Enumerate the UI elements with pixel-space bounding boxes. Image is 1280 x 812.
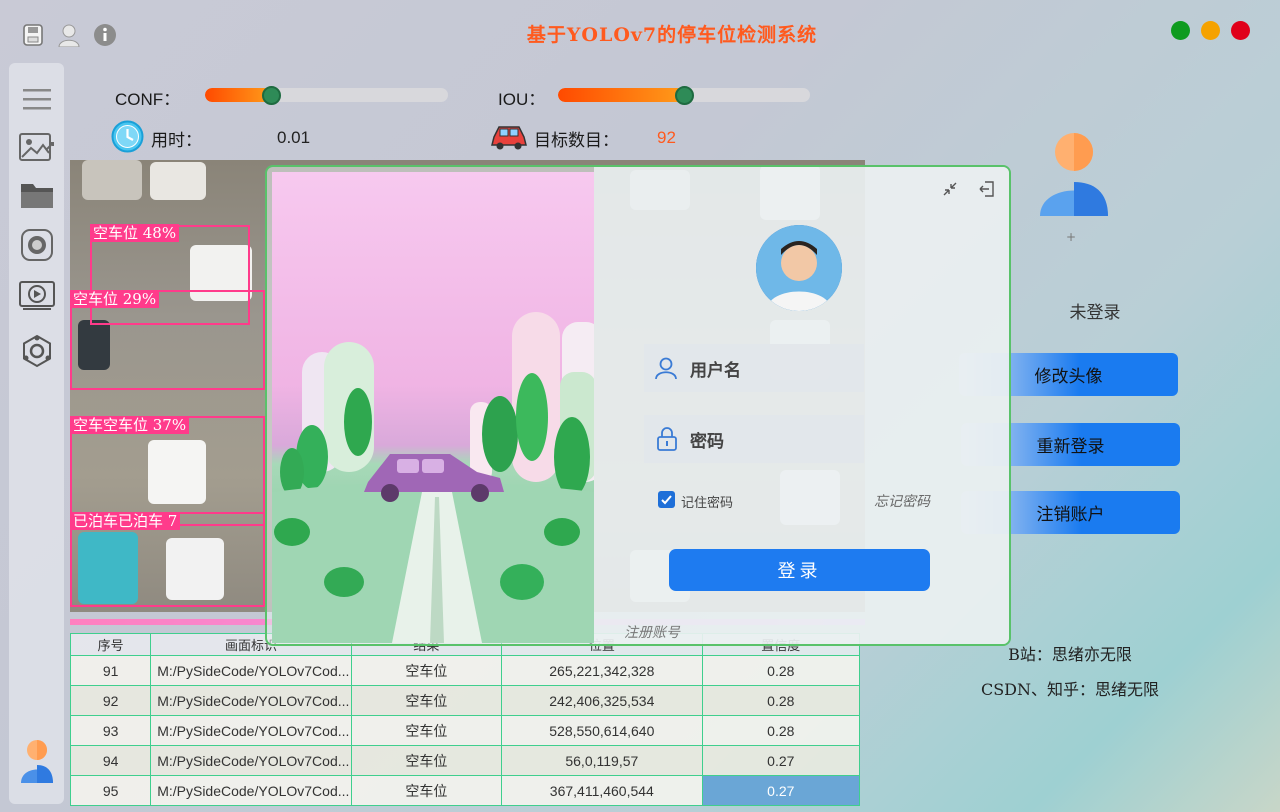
table-cell[interactable]: 94: [69, 745, 152, 776]
detection-label: 已泊车已泊车 7: [70, 512, 181, 530]
iou-slider-handle[interactable]: [675, 86, 694, 105]
table-cell[interactable]: 92: [69, 685, 152, 716]
table-cell[interactable]: 0.28: [701, 655, 861, 686]
table-cell[interactable]: 367,411,460,544: [501, 775, 703, 806]
maximize-button[interactable]: [1171, 21, 1190, 40]
table-cell[interactable]: 265,221,342,328: [501, 655, 703, 686]
table-cell[interactable]: 95: [69, 775, 152, 806]
table-row[interactable]: 93 M:/PySideCode/YOLOv7Cod... 空车位 528,55…: [69, 715, 861, 746]
count-value: 92: [657, 128, 676, 147]
table-cell[interactable]: 0.28: [701, 715, 861, 746]
conf-label: CONF：: [115, 90, 181, 109]
table-cell[interactable]: 242,406,325,534: [501, 685, 703, 716]
folder-icon[interactable]: [19, 177, 55, 213]
table-cell[interactable]: 528,550,614,640: [501, 715, 703, 746]
time-value: 0.01: [277, 128, 311, 147]
results-table[interactable]: 序号 画面标识 结果 位置 置信度 91 M:/PySideCode/YOLOv…: [69, 633, 861, 806]
settings-icon[interactable]: [19, 333, 55, 369]
forgot-password-link[interactable]: 忘记密码: [874, 491, 930, 511]
register-link[interactable]: 注册账号: [624, 622, 680, 642]
detection-label: 空车空车位 37%: [70, 416, 190, 434]
time-label: 用时：: [151, 131, 202, 150]
table-cell[interactable]: 空车位: [350, 775, 503, 806]
detection-label: 空车位 48%: [90, 224, 180, 242]
close-button[interactable]: [1231, 21, 1250, 40]
login-dialog: 用户名 密码 记住密码 忘记密码 登录 注册账号: [265, 165, 1011, 646]
login-form: 用户名 密码 记住密码 忘记密码 登录 注册账号: [594, 167, 1009, 644]
add-avatar-icon[interactable]: +: [1066, 230, 1076, 244]
password-placeholder: 密码: [690, 431, 724, 452]
login-avatar: [756, 225, 842, 311]
exit-dialog-icon[interactable]: [978, 180, 996, 202]
minimize-button[interactable]: [1201, 21, 1220, 40]
table-cell[interactable]: 空车位: [350, 685, 503, 716]
video-icon[interactable]: [19, 278, 55, 314]
table-cell[interactable]: M:/PySideCode/YOLOv7Cod...: [150, 775, 352, 806]
detection-label: 空车位 29%: [70, 290, 160, 308]
table-cell[interactable]: 91: [69, 655, 152, 686]
login-button[interactable]: 登录: [669, 549, 930, 591]
camera-icon[interactable]: [19, 227, 55, 263]
table-row[interactable]: 92 M:/PySideCode/YOLOv7Cod... 空车位 242,40…: [69, 685, 861, 716]
minimize-dialog-icon[interactable]: [942, 181, 958, 201]
login-status: 未登录: [1069, 303, 1121, 323]
table-cell[interactable]: 空车位: [350, 745, 503, 776]
table-cell[interactable]: 0.27: [701, 745, 861, 776]
sidebar: [9, 63, 64, 804]
clock-icon: [111, 120, 144, 157]
conf-slider-handle[interactable]: [262, 86, 281, 105]
user-avatar-icon[interactable]: [19, 740, 55, 783]
column-header[interactable]: 序号: [69, 633, 152, 656]
iou-label: IOU：: [498, 90, 546, 109]
car-icon: [490, 121, 528, 155]
table-cell[interactable]: M:/PySideCode/YOLOv7Cod...: [150, 655, 352, 686]
remember-label[interactable]: 记住密码: [681, 492, 733, 511]
image-icon[interactable]: [19, 129, 55, 165]
app-title: 基于YOLOv7的停车位检测系统: [526, 24, 818, 46]
table-row[interactable]: 94 M:/PySideCode/YOLOv7Cod... 空车位 56,0,1…: [69, 745, 861, 776]
table-cell-selected[interactable]: 0.27: [701, 775, 861, 806]
count-label: 目标数目：: [534, 131, 619, 150]
table-row[interactable]: 91 M:/PySideCode/YOLOv7Cod... 空车位 265,22…: [69, 655, 861, 686]
menu-icon[interactable]: [19, 81, 55, 117]
lock-icon: [657, 427, 677, 451]
username-field[interactable]: 用户名: [644, 344, 864, 392]
table-cell[interactable]: M:/PySideCode/YOLOv7Cod...: [150, 685, 352, 716]
conf-slider[interactable]: [205, 88, 448, 102]
table-cell[interactable]: 56,0,119,57: [501, 745, 703, 776]
table-cell[interactable]: 0.28: [701, 685, 861, 716]
username-placeholder: 用户名: [690, 360, 741, 381]
iou-slider-fill: [558, 88, 684, 102]
user-icon: [655, 357, 677, 380]
table-cell[interactable]: M:/PySideCode/YOLOv7Cod...: [150, 715, 352, 746]
table-row[interactable]: 95 M:/PySideCode/YOLOv7Cod... 空车位 367,41…: [69, 775, 861, 806]
footer-csdn: CSDN、知乎：思绪无限: [980, 680, 1160, 699]
table-cell[interactable]: 空车位: [350, 715, 503, 746]
table-cell[interactable]: M:/PySideCode/YOLOv7Cod...: [150, 745, 352, 776]
table-cell[interactable]: 93: [69, 715, 152, 746]
password-field[interactable]: 密码: [644, 415, 864, 463]
login-illustration: [272, 172, 594, 643]
table-cell[interactable]: 空车位: [350, 655, 503, 686]
remember-checkbox[interactable]: [658, 491, 675, 508]
user-avatar[interactable]: [1038, 132, 1110, 220]
